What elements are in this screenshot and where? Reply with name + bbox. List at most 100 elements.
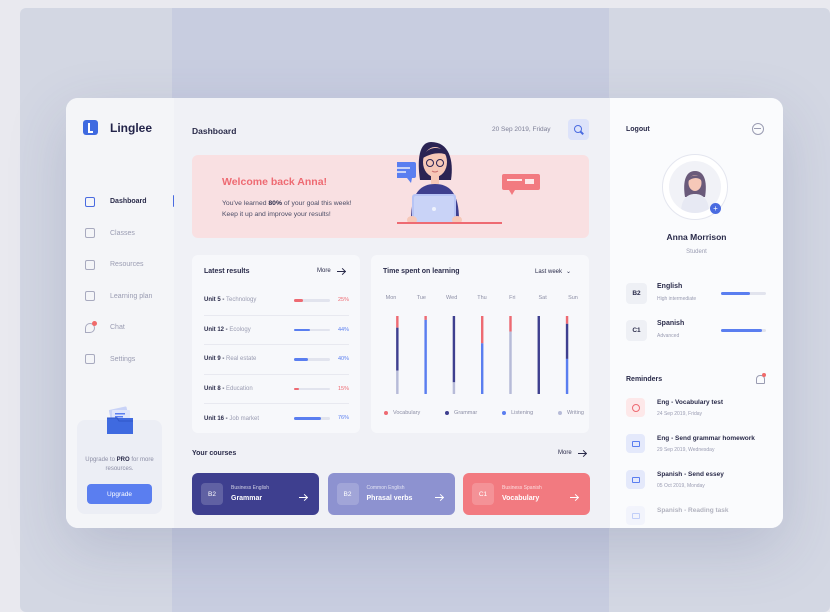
result-percent: 76% bbox=[337, 415, 349, 422]
result-row[interactable]: Unit 12 - Ecology 44% bbox=[204, 316, 349, 346]
bar-segment-grammar bbox=[565, 323, 569, 359]
period-dropdown[interactable]: Last week ⌄ bbox=[535, 268, 571, 276]
legend-label: Vocabulary bbox=[393, 410, 421, 416]
result-topic: Ecology bbox=[229, 326, 251, 333]
upgrade-button[interactable]: Upgrade bbox=[87, 484, 152, 504]
reminder-date: 24 Sep 2019, Friday bbox=[657, 411, 703, 417]
sidebar-item-label: Resources bbox=[110, 261, 144, 269]
language-level-badge: B2 bbox=[626, 283, 647, 304]
add-photo-button[interactable]: + bbox=[710, 203, 721, 214]
legend-dot bbox=[502, 411, 507, 415]
sidebar-item-classes[interactable]: Classes bbox=[85, 218, 174, 250]
result-progress-bar bbox=[294, 387, 330, 391]
arrow-right-icon bbox=[570, 497, 578, 498]
language-item: B2 English High intermediate bbox=[626, 278, 771, 308]
logout-icon[interactable] bbox=[752, 123, 764, 135]
arrow-right-icon bbox=[434, 497, 443, 498]
latest-results-panel: Latest results More Unit 5 - Technology 2… bbox=[192, 255, 360, 433]
legend-item: Vocabulary bbox=[384, 410, 420, 416]
result-topic: Real estate bbox=[226, 356, 257, 363]
sidebar-item-chat[interactable]: Chat bbox=[85, 312, 174, 344]
search-button[interactable] bbox=[568, 119, 589, 140]
course-name: Vocabulary bbox=[502, 495, 540, 502]
language-level-badge: C1 bbox=[626, 320, 647, 341]
result-progress-fill bbox=[294, 387, 300, 391]
period-label: Last week bbox=[535, 268, 563, 275]
notification-dot bbox=[92, 320, 97, 326]
result-topic: Technology bbox=[226, 297, 257, 304]
course-level-badge: B2 bbox=[336, 483, 359, 505]
reminder-title: Eng - Send grammar homework bbox=[657, 435, 755, 442]
mail-icon bbox=[626, 470, 645, 489]
reminders-title: Reminders bbox=[626, 376, 663, 383]
main-content: Dashboard 20 Sep 2019, Friday Welcome ba… bbox=[174, 98, 610, 528]
profile-name: Anna Morrison bbox=[666, 232, 727, 242]
chart-legend: Vocabulary Grammar Listening Writing bbox=[384, 410, 584, 416]
bar-segment-listening bbox=[481, 343, 484, 394]
language-progress-fill bbox=[721, 292, 751, 295]
day-label: Thu bbox=[477, 295, 487, 301]
bar-segment-vocabulary bbox=[424, 316, 427, 320]
notification-dot bbox=[762, 373, 766, 377]
result-row[interactable]: Unit 5 - Technology 25% bbox=[204, 286, 349, 316]
reminder-item[interactable]: Eng - Send grammar homework 29 Sep 2019, … bbox=[626, 432, 776, 462]
result-unit: Unit 9 - Real estate bbox=[204, 356, 257, 363]
dashboard-icon bbox=[85, 196, 95, 207]
book-icon bbox=[85, 259, 95, 270]
reminder-item[interactable]: Spanish - Send essey 05 Oct 2019, Monday bbox=[626, 468, 776, 498]
welcome-line-1: You've learned 80% of your goal this wee… bbox=[222, 200, 352, 207]
upgrade-card: Upgrade to PRO for more resources. Upgra… bbox=[77, 406, 162, 514]
result-progress-bar bbox=[294, 328, 330, 332]
day-label: Sat bbox=[538, 295, 547, 301]
profile-panel: Logout + Anna Morrison Student B2 English… bbox=[610, 98, 783, 528]
reminder-title: Eng - Vocabulary test bbox=[657, 399, 723, 406]
day-label: Wed bbox=[446, 295, 458, 301]
language-name: Spanish bbox=[657, 320, 685, 327]
avatar-ring: + bbox=[662, 154, 728, 220]
bar-segment-writing bbox=[396, 370, 399, 394]
logo[interactable]: Linglee bbox=[83, 120, 152, 135]
logout-label[interactable]: Logout bbox=[626, 126, 650, 133]
app-name: Linglee bbox=[110, 120, 153, 135]
result-row[interactable]: Unit 8 - Education 15% bbox=[204, 375, 349, 405]
language-detail: High intermediate bbox=[657, 296, 697, 302]
sidebar-item-dashboard[interactable]: Dashboard bbox=[85, 186, 175, 218]
result-unit: Unit 8 - Education bbox=[204, 386, 253, 393]
legend-dot bbox=[557, 411, 562, 415]
course-card[interactable]: C1 Business Spanish Vocabulary bbox=[463, 473, 590, 515]
mail-icon bbox=[626, 434, 645, 453]
day-label: Sun bbox=[568, 295, 578, 301]
edit-icon bbox=[85, 354, 95, 365]
day-label: Mon bbox=[385, 295, 397, 301]
bar-segment-listening bbox=[424, 319, 427, 394]
legend-dot bbox=[445, 411, 450, 415]
legend-item: Writing bbox=[557, 410, 584, 416]
sidebar-item-resources[interactable]: Resources bbox=[85, 249, 174, 281]
legend-dot bbox=[384, 411, 388, 415]
result-percent: 40% bbox=[337, 356, 349, 363]
result-row[interactable]: Unit 9 - Real estate 40% bbox=[204, 345, 349, 375]
course-card[interactable]: B2 Common English Phrasal verbs bbox=[327, 473, 455, 515]
course-card[interactable]: B2 Business English Grammar bbox=[192, 473, 319, 515]
course-category: Business Spanish bbox=[502, 485, 542, 491]
language-detail: Advanced bbox=[657, 333, 680, 339]
latest-results-title: Latest results bbox=[204, 268, 250, 275]
bar-segment-vocabulary bbox=[565, 316, 569, 324]
result-row[interactable]: Unit 16 - Job market 76% bbox=[204, 404, 349, 434]
chat-icon bbox=[85, 320, 97, 333]
time-spent-panel: Time spent on learning Last week ⌄ Mon Tue… bbox=[371, 255, 589, 433]
result-progress-fill bbox=[294, 417, 322, 420]
reminder-item[interactable]: Spanish - Reading task bbox=[626, 504, 776, 528]
arrow-right-icon bbox=[336, 270, 345, 272]
course-level-badge: C1 bbox=[472, 483, 494, 505]
bar-segment-vocabulary bbox=[481, 316, 484, 344]
reminder-item[interactable]: Eng - Vocabulary test 24 Sep 2019, Friday bbox=[626, 396, 776, 426]
courses-title: Your courses bbox=[192, 450, 237, 457]
sidebar-item-settings[interactable]: Settings bbox=[85, 344, 174, 376]
time-chart bbox=[396, 316, 569, 394]
courses-more-link[interactable]: More bbox=[558, 450, 586, 456]
sidebar-item-learning-plan[interactable]: Learning plan bbox=[85, 281, 174, 313]
folder-icon bbox=[85, 228, 95, 239]
legend-item: Grammar bbox=[445, 410, 477, 416]
results-more-link[interactable]: More bbox=[317, 268, 345, 274]
